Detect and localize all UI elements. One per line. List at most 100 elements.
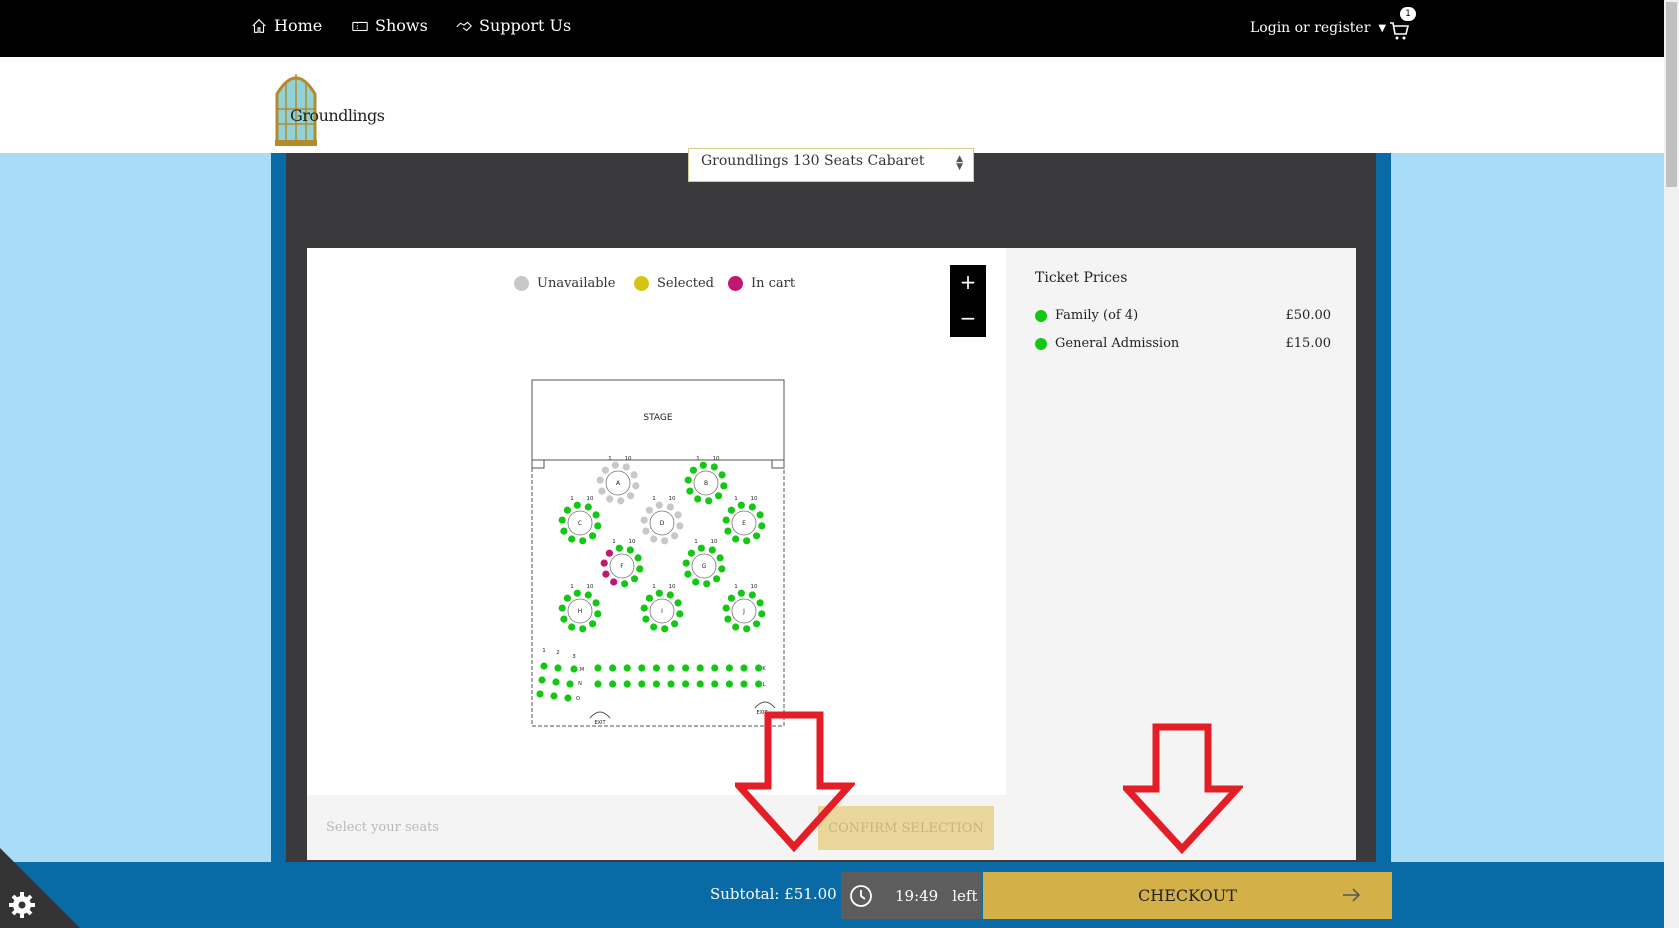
seat-number-label[interactable]: 10 xyxy=(629,539,636,545)
seat[interactable] xyxy=(699,461,707,469)
seat[interactable] xyxy=(725,664,733,672)
seat[interactable] xyxy=(611,461,619,469)
seat[interactable] xyxy=(692,578,700,586)
seat[interactable] xyxy=(650,535,658,543)
seat[interactable] xyxy=(655,501,663,509)
seat[interactable] xyxy=(627,492,635,500)
seat[interactable] xyxy=(674,599,682,607)
zoom-out-button[interactable]: − xyxy=(950,301,986,337)
seat[interactable] xyxy=(634,554,642,562)
seat-number-label[interactable]: 1 xyxy=(570,496,574,502)
seat[interactable] xyxy=(755,680,763,688)
seat[interactable] xyxy=(703,580,711,588)
nav-home[interactable]: Home xyxy=(250,16,322,35)
seat[interactable] xyxy=(584,503,592,511)
seat[interactable] xyxy=(594,610,602,618)
seat[interactable] xyxy=(755,664,763,672)
seat[interactable] xyxy=(650,623,658,631)
seat[interactable] xyxy=(594,680,602,688)
seat-number-label[interactable]: 10 xyxy=(751,584,758,590)
cart-icon[interactable] xyxy=(1388,18,1412,42)
seat[interactable] xyxy=(601,466,609,474)
seat[interactable] xyxy=(589,532,597,540)
seat[interactable] xyxy=(661,625,669,633)
seat[interactable] xyxy=(550,692,558,700)
seat[interactable] xyxy=(579,625,587,633)
seat[interactable] xyxy=(722,516,730,524)
seat[interactable] xyxy=(740,664,748,672)
seat[interactable] xyxy=(552,678,560,686)
seat[interactable] xyxy=(718,565,726,573)
seat[interactable] xyxy=(579,537,587,545)
seat[interactable] xyxy=(558,604,566,612)
seat[interactable] xyxy=(640,604,648,612)
seat[interactable] xyxy=(655,589,663,597)
seat[interactable] xyxy=(566,680,574,688)
seat[interactable] xyxy=(724,527,732,535)
seat[interactable] xyxy=(737,501,745,509)
seat-number-label[interactable]: 1 xyxy=(734,496,738,502)
seat[interactable] xyxy=(554,664,562,672)
seat[interactable] xyxy=(756,511,764,519)
seat[interactable] xyxy=(563,594,571,602)
seat[interactable] xyxy=(589,620,597,628)
seat[interactable] xyxy=(682,680,690,688)
seat[interactable] xyxy=(758,522,766,530)
seat[interactable] xyxy=(623,664,631,672)
seat[interactable] xyxy=(573,589,581,597)
seat[interactable] xyxy=(715,492,723,500)
checkout-button[interactable]: CHECKOUT xyxy=(983,872,1392,919)
seat[interactable] xyxy=(617,497,625,505)
venue-select[interactable]: Groundlings 130 Seats Cabaret ▲ ▼ xyxy=(688,148,974,182)
seat-number-label[interactable]: 1 xyxy=(652,584,656,590)
seat[interactable] xyxy=(642,615,650,623)
seat[interactable] xyxy=(705,497,713,505)
seat[interactable] xyxy=(638,664,646,672)
seat[interactable] xyxy=(570,665,578,673)
seat-number-label[interactable]: 1 xyxy=(652,496,656,502)
seat[interactable] xyxy=(713,575,721,583)
seat[interactable] xyxy=(667,680,675,688)
seat[interactable] xyxy=(732,623,740,631)
seat-number-label[interactable]: 10 xyxy=(751,496,758,502)
seat[interactable] xyxy=(743,537,751,545)
seat-number-label[interactable]: 1 xyxy=(734,584,738,590)
seat[interactable] xyxy=(684,570,692,578)
seat-number-label[interactable]: 1 xyxy=(542,648,546,654)
seat[interactable] xyxy=(708,546,716,554)
seat-number-label[interactable]: 1 xyxy=(570,584,574,590)
seat[interactable] xyxy=(674,511,682,519)
seat[interactable] xyxy=(640,516,648,524)
login-register-dropdown[interactable]: Login or register ▼ xyxy=(1250,20,1386,36)
seat[interactable] xyxy=(666,503,674,511)
seat[interactable] xyxy=(732,535,740,543)
seat[interactable] xyxy=(720,482,728,490)
seat[interactable] xyxy=(600,559,608,567)
zoom-in-button[interactable]: + xyxy=(950,265,986,301)
seat-number-label[interactable]: 10 xyxy=(669,496,676,502)
seat-number-label[interactable]: 10 xyxy=(587,496,594,502)
seat[interactable] xyxy=(725,680,733,688)
seat[interactable] xyxy=(676,522,684,530)
seat-number-label[interactable]: 10 xyxy=(711,539,718,545)
seat-number-label[interactable]: 10 xyxy=(625,456,632,462)
seat[interactable] xyxy=(753,620,761,628)
seat[interactable] xyxy=(568,623,576,631)
seat[interactable] xyxy=(605,549,613,557)
seat[interactable] xyxy=(748,591,756,599)
seat[interactable] xyxy=(560,615,568,623)
seat-number-label[interactable]: 10 xyxy=(669,584,676,590)
seat-number-label[interactable]: 1 xyxy=(696,456,700,462)
seat[interactable] xyxy=(724,615,732,623)
seat[interactable] xyxy=(652,680,660,688)
seat[interactable] xyxy=(573,501,581,509)
seat[interactable] xyxy=(622,463,630,471)
seat[interactable] xyxy=(671,620,679,628)
seat[interactable] xyxy=(536,690,544,698)
nav-support[interactable]: Support Us xyxy=(455,16,571,35)
seat[interactable] xyxy=(621,580,629,588)
seat[interactable] xyxy=(667,664,675,672)
seat[interactable] xyxy=(645,594,653,602)
seat[interactable] xyxy=(609,664,617,672)
seat[interactable] xyxy=(626,546,634,554)
